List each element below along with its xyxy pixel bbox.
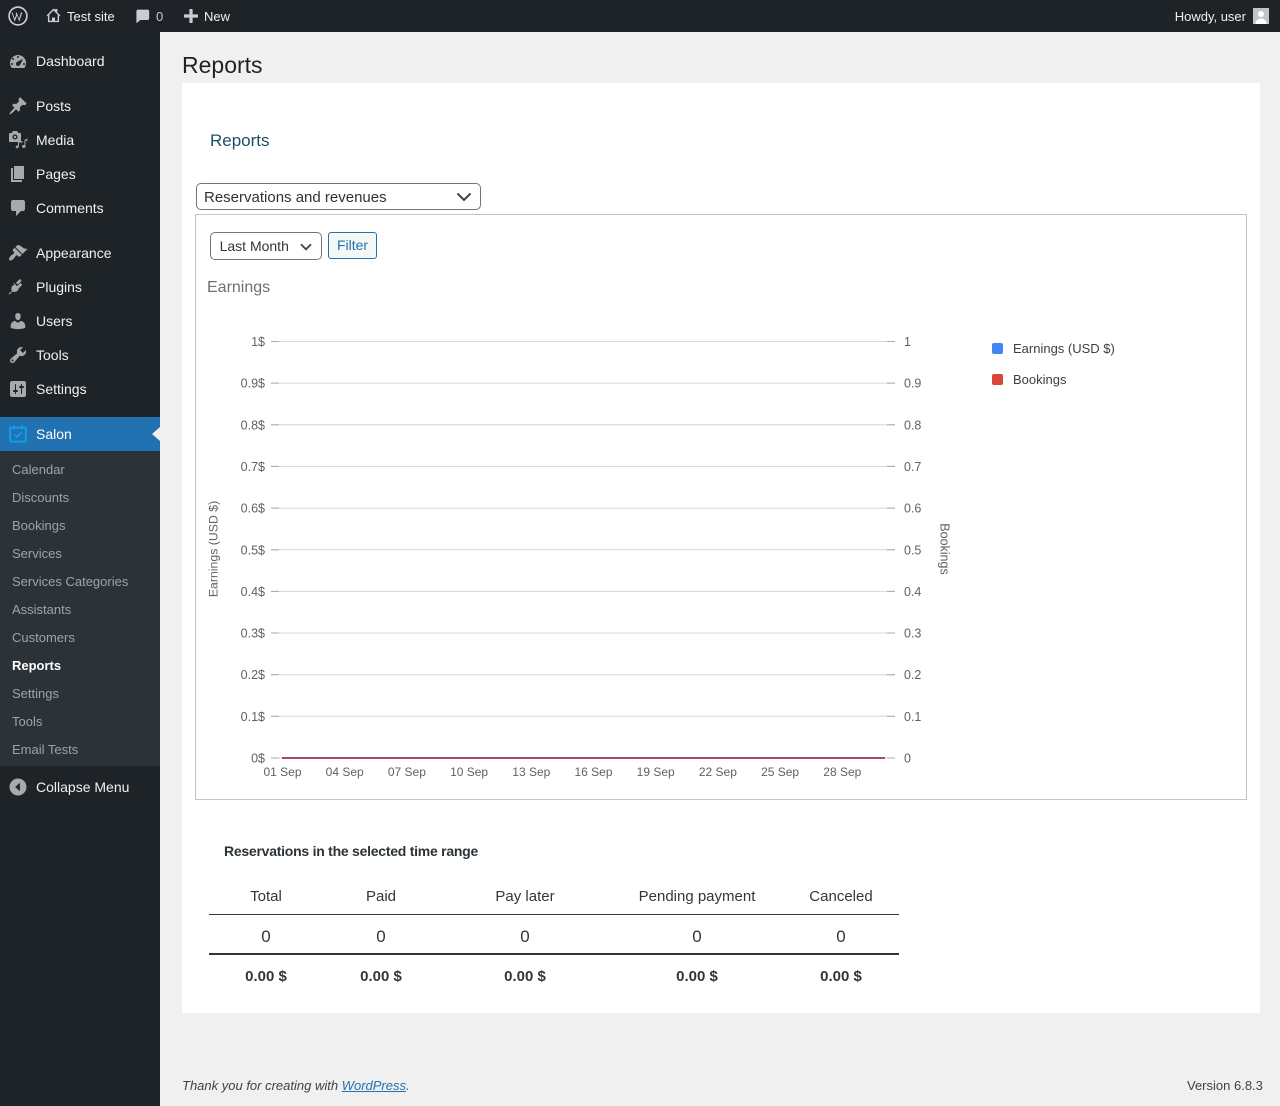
svg-text:0.6$: 0.6$ — [241, 502, 265, 516]
svg-text:1: 1 — [904, 335, 911, 349]
svg-text:22 Sep: 22 Sep — [699, 765, 737, 779]
svg-text:1$: 1$ — [251, 335, 265, 349]
svg-text:0.1: 0.1 — [904, 710, 921, 724]
svg-text:Bookings: Bookings — [938, 523, 952, 574]
svg-text:0.8: 0.8 — [904, 418, 921, 432]
svg-text:Earnings (USD $): Earnings (USD $) — [1013, 341, 1115, 356]
svg-text:0: 0 — [904, 752, 911, 766]
svg-text:0.9: 0.9 — [904, 377, 921, 391]
svg-text:19 Sep: 19 Sep — [637, 765, 675, 779]
svg-text:0.3: 0.3 — [904, 627, 921, 641]
svg-text:16 Sep: 16 Sep — [574, 765, 612, 779]
svg-text:0.2: 0.2 — [904, 668, 921, 682]
svg-text:0.4$: 0.4$ — [241, 585, 265, 599]
svg-text:07 Sep: 07 Sep — [388, 765, 426, 779]
svg-text:0.8$: 0.8$ — [241, 418, 265, 432]
svg-text:0.9$: 0.9$ — [241, 377, 265, 391]
svg-text:0.2$: 0.2$ — [241, 668, 265, 682]
svg-text:0.4: 0.4 — [904, 585, 921, 599]
svg-text:25 Sep: 25 Sep — [761, 765, 799, 779]
svg-text:0.1$: 0.1$ — [241, 710, 265, 724]
svg-text:01 Sep: 01 Sep — [263, 765, 301, 779]
svg-text:10 Sep: 10 Sep — [450, 765, 488, 779]
svg-text:13 Sep: 13 Sep — [512, 765, 550, 779]
svg-text:0.5: 0.5 — [904, 543, 921, 557]
svg-text:28 Sep: 28 Sep — [823, 765, 861, 779]
svg-text:04 Sep: 04 Sep — [326, 765, 364, 779]
svg-text:0.3$: 0.3$ — [241, 627, 265, 641]
svg-text:0.7: 0.7 — [904, 460, 921, 474]
svg-text:0$: 0$ — [251, 752, 265, 766]
svg-text:Bookings: Bookings — [1013, 372, 1067, 387]
svg-text:0.7$: 0.7$ — [241, 460, 265, 474]
svg-text:0.6: 0.6 — [904, 502, 921, 516]
svg-text:0.5$: 0.5$ — [241, 543, 265, 557]
svg-text:Earnings (USD $): Earnings (USD $) — [207, 501, 221, 597]
